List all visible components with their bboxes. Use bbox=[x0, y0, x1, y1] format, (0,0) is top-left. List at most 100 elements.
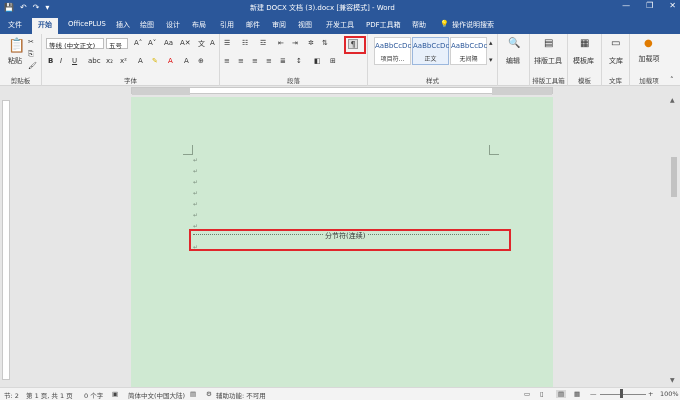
align-center-icon[interactable]: ≡ bbox=[238, 57, 244, 65]
language-indicator[interactable]: 简体中文(中国大陆) bbox=[128, 390, 185, 400]
justify-icon[interactable]: ≡ bbox=[266, 57, 272, 65]
scroll-up-icon[interactable]: ▲ bbox=[670, 97, 675, 104]
decrease-indent-icon[interactable]: ⇤ bbox=[278, 39, 284, 47]
print-layout-icon[interactable]: ▤ bbox=[556, 390, 567, 398]
tab-layout[interactable]: 布局 bbox=[192, 20, 206, 30]
tab-view[interactable]: 视图 bbox=[298, 20, 312, 30]
web-layout-icon[interactable]: ▦ bbox=[574, 390, 580, 398]
tab-insert[interactable]: 插入 bbox=[116, 20, 130, 30]
style-list-bullet[interactable]: AaBbCcDc 项目符... bbox=[374, 37, 411, 65]
track-changes-icon[interactable]: ▤ bbox=[190, 390, 196, 398]
text-effects-icon[interactable]: A bbox=[138, 57, 143, 65]
scroll-thumb[interactable] bbox=[671, 157, 677, 197]
superscript-icon[interactable]: x² bbox=[120, 57, 127, 65]
italic-button[interactable]: I bbox=[60, 57, 62, 65]
sort-icon[interactable]: ⇅ bbox=[322, 39, 328, 47]
document-page[interactable]: ↵ ↵ ↵ ↵ ↵ ↵ ↵ 分节符(连续) ↵ bbox=[131, 97, 553, 387]
zoom-out-icon[interactable]: — bbox=[590, 390, 597, 398]
redo-icon[interactable]: ↷ bbox=[33, 2, 40, 14]
numbering-icon[interactable]: ☷ bbox=[242, 39, 248, 47]
editing-button[interactable]: 编辑 bbox=[506, 56, 520, 66]
zoom-slider-track[interactable] bbox=[600, 394, 646, 395]
scroll-down-icon[interactable]: ▼ bbox=[670, 377, 675, 384]
layout-tools-button[interactable]: 排版工具 bbox=[534, 56, 562, 66]
vertical-ruler[interactable] bbox=[2, 100, 10, 380]
qat-more-icon[interactable]: ▾ bbox=[45, 2, 49, 14]
align-left-icon[interactable]: ≡ bbox=[224, 57, 230, 65]
borders-icon[interactable]: ⊞ bbox=[330, 57, 336, 65]
tab-design[interactable]: 设计 bbox=[166, 20, 180, 30]
undo-icon[interactable]: ↶ bbox=[20, 2, 27, 14]
strikethrough-icon[interactable]: abc bbox=[88, 57, 101, 65]
find-icon[interactable]: 🔍 bbox=[508, 38, 520, 49]
line-spacing-icon[interactable]: ↕ bbox=[296, 57, 302, 65]
minimize-icon[interactable]: — bbox=[622, 1, 630, 10]
enclose-char-icon[interactable]: ⊕ bbox=[198, 57, 204, 65]
zoom-level[interactable]: 100% bbox=[660, 390, 679, 398]
layout-tools-icon[interactable]: ▤ bbox=[544, 38, 553, 49]
read-mode-icon[interactable]: ▯ bbox=[540, 390, 544, 398]
char-border-icon[interactable]: A bbox=[210, 39, 215, 47]
library-button[interactable]: 文库 bbox=[609, 56, 623, 66]
section-indicator[interactable]: 节: 2 bbox=[4, 390, 19, 400]
tab-home[interactable]: 开始 bbox=[32, 18, 58, 34]
library-icon[interactable]: ▭ bbox=[611, 38, 620, 49]
zoom-in-icon[interactable]: + bbox=[648, 390, 653, 398]
char-shading-icon[interactable]: A bbox=[184, 57, 189, 65]
vertical-scrollbar[interactable]: ▲ ▼ bbox=[668, 95, 680, 387]
tab-draw[interactable]: 绘图 bbox=[140, 20, 154, 30]
zoom-slider-thumb[interactable] bbox=[620, 389, 623, 398]
template-library-button[interactable]: 模板库 bbox=[573, 56, 594, 66]
tab-mailings[interactable]: 邮件 bbox=[246, 20, 260, 30]
page-indicator[interactable]: 第 1 页, 共 1 页 bbox=[26, 390, 73, 400]
save-icon[interactable]: 💾 bbox=[4, 2, 14, 14]
font-size-select[interactable]: 五号 bbox=[106, 38, 128, 50]
cut-icon[interactable]: ✂ bbox=[28, 38, 34, 46]
close-icon[interactable]: ✕ bbox=[669, 1, 676, 10]
collapse-ribbon-icon[interactable]: ˄ bbox=[670, 76, 674, 84]
paste-button[interactable]: 粘贴 bbox=[8, 56, 22, 66]
multilevel-list-icon[interactable]: ☲ bbox=[260, 39, 266, 47]
word-count[interactable]: 0 个字 bbox=[84, 390, 103, 400]
highlight-icon[interactable]: ✎ bbox=[152, 57, 158, 65]
addins-icon[interactable]: ● bbox=[644, 38, 653, 49]
change-case-icon[interactable]: Aa bbox=[164, 39, 173, 47]
style-no-spacing[interactable]: AaBbCcDc 无间隔 bbox=[450, 37, 487, 65]
paste-icon[interactable]: 📋 bbox=[8, 38, 25, 54]
font-family-select[interactable]: 等线 (中文正文) bbox=[46, 38, 104, 50]
template-library-icon[interactable]: ▦ bbox=[580, 38, 589, 49]
addins-button[interactable]: 加载项 bbox=[636, 54, 662, 64]
copy-icon[interactable]: ⎘ bbox=[28, 50, 34, 59]
increase-indent-icon[interactable]: ⇥ bbox=[292, 39, 298, 47]
tab-pdf-toolbox[interactable]: PDF工具箱 bbox=[366, 20, 401, 30]
proofing-icon[interactable]: ▣ bbox=[112, 390, 118, 398]
align-right-icon[interactable]: ≡ bbox=[252, 57, 258, 65]
style-normal[interactable]: AaBbCcDc 正文 bbox=[412, 37, 449, 65]
shrink-font-icon[interactable]: A˅ bbox=[148, 39, 156, 47]
bullets-icon[interactable]: ☰ bbox=[224, 39, 230, 47]
horizontal-ruler[interactable] bbox=[0, 86, 680, 95]
grow-font-icon[interactable]: A˄ bbox=[134, 39, 142, 47]
tab-review[interactable]: 审阅 bbox=[272, 20, 286, 30]
shading-icon[interactable]: ◧ bbox=[314, 57, 321, 65]
styles-scroll-icon[interactable]: ▴ bbox=[489, 39, 493, 47]
accessibility-status[interactable]: 辅助功能: 不可用 bbox=[216, 390, 266, 400]
font-color-icon[interactable]: A bbox=[168, 57, 173, 65]
restore-icon[interactable]: ❐ bbox=[646, 1, 653, 10]
tell-me-search[interactable]: 操作说明搜索 bbox=[452, 20, 494, 30]
tab-file[interactable]: 文件 bbox=[8, 20, 22, 30]
chinese-layout-icon[interactable]: ✲ bbox=[308, 39, 314, 47]
underline-button[interactable]: U bbox=[72, 57, 77, 65]
tab-officeplus[interactable]: OfficePLUS bbox=[68, 20, 106, 28]
bold-button[interactable]: B bbox=[48, 57, 53, 65]
subscript-icon[interactable]: x₂ bbox=[106, 57, 113, 65]
styles-more-icon[interactable]: ▾ bbox=[489, 56, 493, 64]
tab-help[interactable]: 帮助 bbox=[412, 20, 426, 30]
focus-mode-icon[interactable]: ▭ bbox=[524, 390, 530, 398]
distributed-icon[interactable]: ≣ bbox=[280, 57, 286, 65]
clear-format-icon[interactable]: A✕ bbox=[180, 39, 191, 47]
format-painter-icon[interactable]: 🖌 bbox=[28, 62, 37, 70]
tab-developer[interactable]: 开发工具 bbox=[326, 20, 354, 30]
phonetic-guide-icon[interactable]: 文 bbox=[198, 39, 205, 49]
tab-references[interactable]: 引用 bbox=[220, 20, 234, 30]
